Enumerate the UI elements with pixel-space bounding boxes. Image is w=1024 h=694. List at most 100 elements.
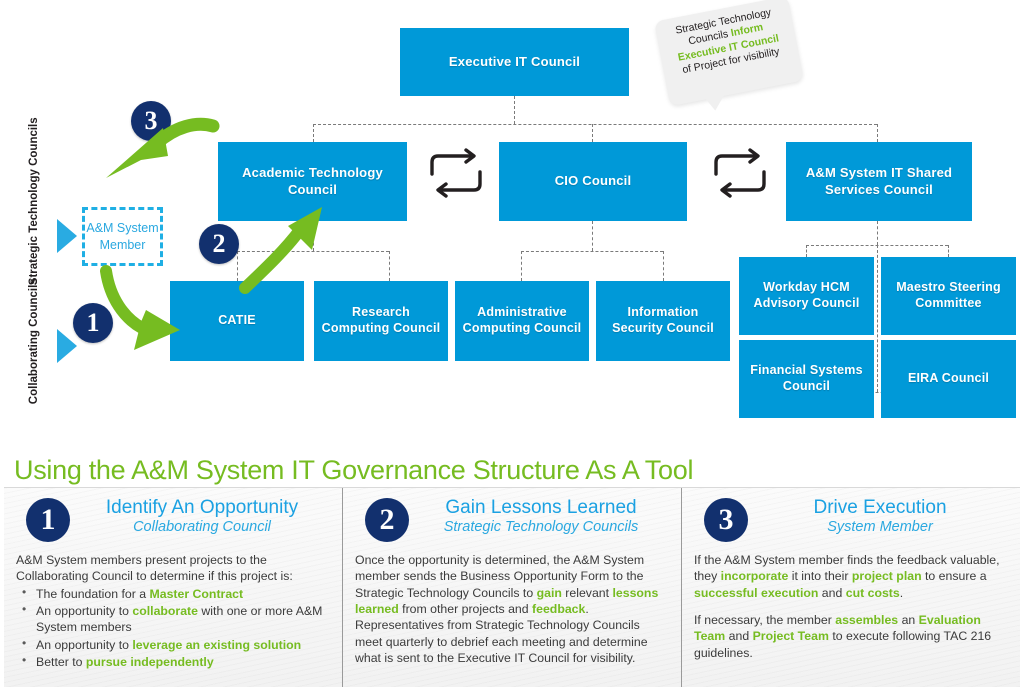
node-executive-it-council[interactable]: Executive IT Council bbox=[400, 28, 629, 96]
step-header-2: 2 Gain Lessons Learned Strategic Technol… bbox=[355, 498, 669, 546]
bullet-pre: The foundation for a bbox=[36, 586, 150, 601]
connector-cio-bus bbox=[521, 251, 663, 252]
step-intro-1: A&M System members present projects to t… bbox=[16, 553, 293, 584]
connector-shared-down bbox=[877, 221, 878, 245]
text-run: it into their bbox=[788, 569, 852, 584]
node-academic-technology-council[interactable]: Academic Technology Council bbox=[218, 142, 407, 221]
node-label: Financial Systems Council bbox=[750, 363, 863, 393]
step-badge-label: 1 bbox=[86, 308, 100, 337]
node-am-system-member[interactable]: A&M System Member bbox=[82, 207, 163, 266]
text-highlight: gain bbox=[536, 585, 562, 600]
axis-label-text: Collaborating Councils bbox=[27, 278, 40, 405]
list-item: An opportunity to leverage an existing s… bbox=[16, 636, 330, 653]
node-administrative-computing-council[interactable]: Administrative Computing Council bbox=[455, 281, 589, 361]
step-paragraph-2: Once the opportunity is determined, the … bbox=[355, 552, 669, 666]
node-label: Maestro Steering Committee bbox=[896, 280, 1001, 310]
step-badge-3: 3 bbox=[131, 101, 171, 141]
node-maestro-steering-committee[interactable]: Maestro Steering Committee bbox=[881, 257, 1016, 335]
node-label: EIRA Council bbox=[907, 371, 990, 386]
step-title-2: Gain Lessons Learned bbox=[445, 497, 637, 518]
step-title-3: Drive Execution bbox=[813, 497, 947, 518]
node-label: Administrative Computing Council bbox=[462, 305, 582, 335]
callout-text: Strategic Technology Councils Inform Exe… bbox=[655, 3, 799, 82]
triangle-marker-strategic-icon bbox=[57, 219, 77, 253]
connector-main-bus bbox=[313, 124, 877, 125]
list-item: The foundation for a Master Contract bbox=[16, 585, 330, 602]
step-titles-3: Drive Execution System Member bbox=[758, 498, 1008, 536]
exchange-arrows-icon-left bbox=[426, 148, 488, 209]
connector-shared-stem bbox=[877, 245, 878, 392]
step-column-1: 1 Identify An Opportunity Collaborating … bbox=[4, 488, 342, 687]
step-badge-circle-1: 1 bbox=[26, 498, 70, 542]
axis-label-text: Strategic Technology Councils bbox=[27, 117, 40, 286]
step-header-1: 1 Identify An Opportunity Collaborating … bbox=[16, 498, 330, 546]
text-run: from other projects and bbox=[398, 602, 533, 617]
step-header-3: 3 Drive Execution System Member bbox=[694, 498, 1008, 546]
node-catie[interactable]: CATIE bbox=[170, 281, 304, 361]
node-financial-systems-council[interactable]: Financial Systems Council bbox=[739, 340, 874, 418]
step-column-3: 3 Drive Execution System Member If the A… bbox=[681, 488, 1020, 687]
connector-cio-down bbox=[592, 221, 593, 251]
step-badge-2: 2 bbox=[199, 224, 239, 264]
step-titles-1: Identify An Opportunity Collaborating Co… bbox=[80, 498, 330, 536]
text-run: If necessary, the member bbox=[694, 613, 836, 628]
bullet-highlight: Master Contract bbox=[149, 586, 244, 601]
steps-panel: 1 Identify An Opportunity Collaborating … bbox=[4, 487, 1020, 687]
connector-atc-down bbox=[313, 221, 314, 251]
node-label: Executive IT Council bbox=[448, 53, 581, 69]
step-number-1: 1 bbox=[40, 503, 56, 536]
node-eira-council[interactable]: EIRA Council bbox=[881, 340, 1016, 418]
node-research-computing-council[interactable]: Research Computing Council bbox=[314, 281, 448, 361]
list-item: Better to pursue independently bbox=[16, 653, 330, 670]
node-label: Academic Technology Council bbox=[242, 165, 383, 197]
step-badge-circle-3: 3 bbox=[704, 498, 748, 542]
step-badge-label: 3 bbox=[144, 106, 158, 135]
infographic-root: Executive IT Council Academic Technology… bbox=[0, 0, 1024, 694]
connector-drop-cio bbox=[592, 124, 593, 142]
node-workday-hcm-advisory-council[interactable]: Workday HCM Advisory Council bbox=[739, 257, 874, 335]
text-highlight: successful execution bbox=[694, 585, 819, 600]
step-subtitle-1: Collaborating Council bbox=[133, 518, 271, 535]
step-column-2: 2 Gain Lessons Learned Strategic Technol… bbox=[342, 488, 681, 687]
bullet-pre: An opportunity to bbox=[36, 604, 133, 619]
step-paragraph-3a: If the A&M System member finds the feedb… bbox=[694, 552, 1008, 601]
step-titles-2: Gain Lessons Learned Strategic Technolog… bbox=[419, 498, 669, 536]
bullet-highlight: leverage an existing solution bbox=[132, 637, 302, 652]
text-run: relevant bbox=[561, 585, 613, 600]
connector-atc-bus bbox=[237, 251, 389, 252]
text-highlight: feedback bbox=[532, 602, 586, 617]
step-body-2: Once the opportunity is determined, the … bbox=[355, 552, 669, 666]
node-am-system-it-shared-services-council[interactable]: A&M System IT Shared Services Council bbox=[786, 142, 972, 221]
bullet-highlight: collaborate bbox=[132, 604, 198, 619]
step-badge-label: 2 bbox=[212, 229, 226, 258]
node-information-security-council[interactable]: Information Security Council bbox=[596, 281, 730, 361]
node-cio-council[interactable]: CIO Council bbox=[499, 142, 687, 221]
bullet-highlight: pursue independently bbox=[85, 655, 214, 670]
text-run: . bbox=[899, 585, 904, 600]
node-label: A&M System IT Shared Services Council bbox=[805, 165, 953, 197]
connector-drop-catie bbox=[237, 251, 238, 281]
text-highlight: assembles bbox=[835, 613, 899, 628]
step-number-3: 3 bbox=[718, 503, 734, 536]
step-number-2: 2 bbox=[379, 503, 395, 536]
step-subtitle-3: System Member bbox=[827, 518, 933, 535]
step-badge-circle-2: 2 bbox=[365, 498, 409, 542]
page-title: Using the A&M System IT Governance Struc… bbox=[14, 455, 694, 485]
triangle-marker-collaborating-icon bbox=[57, 329, 77, 363]
node-label: CATIE bbox=[218, 313, 256, 328]
bullet-pre: Better to bbox=[36, 655, 86, 670]
step-body-3: If the A&M System member finds the feedb… bbox=[694, 552, 1008, 661]
step-paragraph-3b: If necessary, the member assembles an Ev… bbox=[694, 612, 1008, 661]
text-run: to ensure a bbox=[921, 569, 987, 584]
text-run: an bbox=[898, 613, 919, 628]
connector-exec-down bbox=[514, 96, 515, 124]
list-item: An opportunity to collaborate with one o… bbox=[16, 602, 330, 636]
connector-drop-acc bbox=[521, 251, 522, 281]
node-label: Information Security Council bbox=[612, 305, 714, 335]
connector-drop-shared bbox=[877, 124, 878, 142]
org-chart: Executive IT Council Academic Technology… bbox=[0, 0, 1024, 452]
step-bullet-list-1: The foundation for a Master Contract An … bbox=[16, 585, 330, 671]
connector-drop-rcc bbox=[389, 251, 390, 281]
axis-label-collaborating-councils: Collaborating Councils bbox=[27, 278, 41, 404]
step-badge-1: 1 bbox=[73, 303, 113, 343]
